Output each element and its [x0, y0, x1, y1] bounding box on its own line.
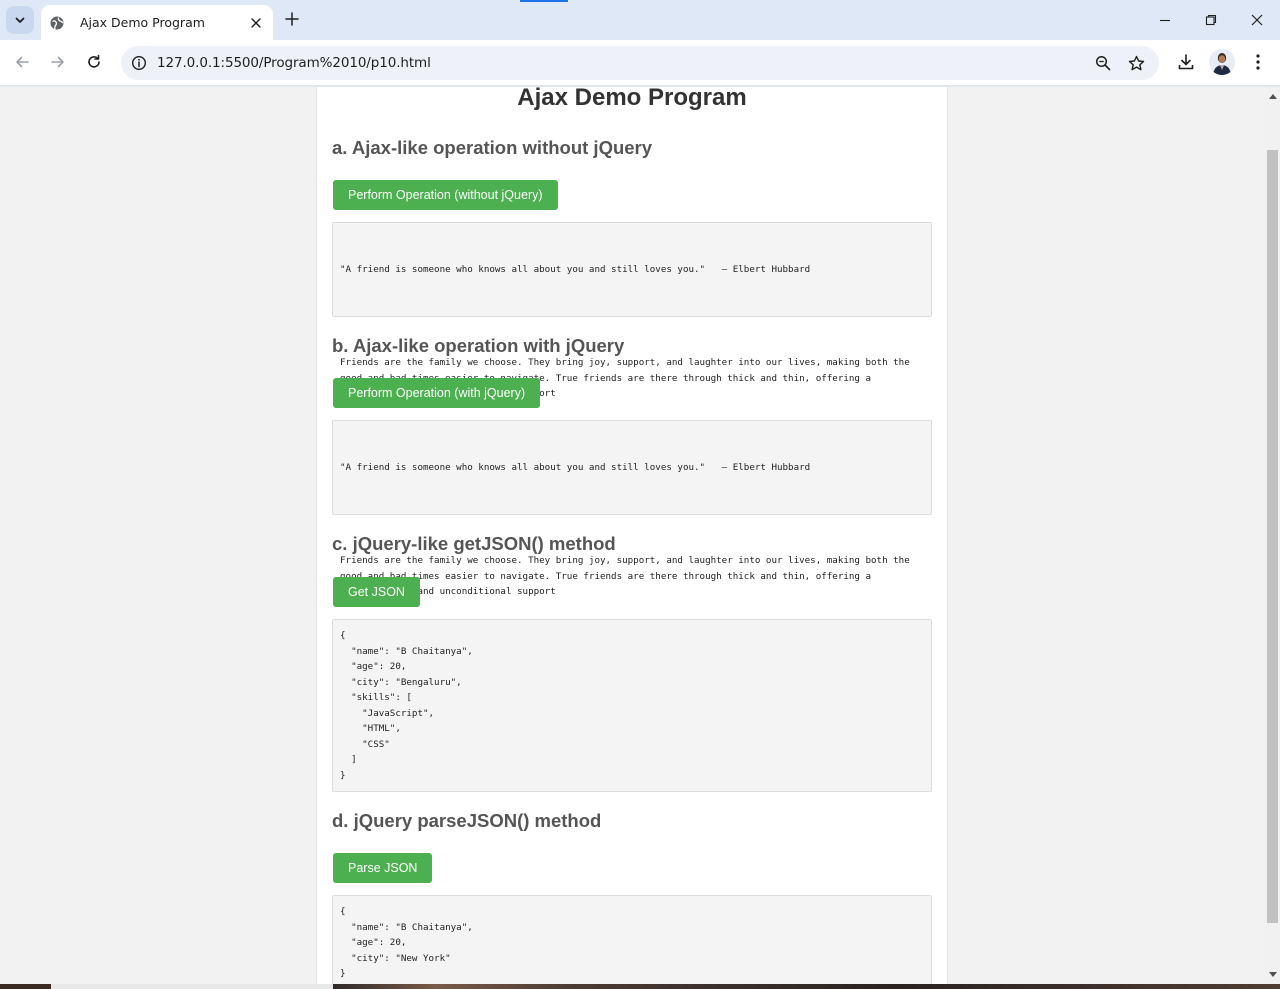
section-c-heading: c. jQuery-like getJSON() method: [332, 533, 616, 554]
parse-json-button[interactable]: Parse JSON: [333, 853, 433, 883]
restore-window-icon[interactable]: [1188, 6, 1234, 34]
section-b-output: "A friend is someone who knows all about…: [332, 420, 932, 597]
section-a-output: "A friend is someone who knows all about…: [332, 222, 932, 399]
profile-avatar-icon[interactable]: [1209, 49, 1235, 75]
tab-group-indicator: [520, 0, 568, 2]
new-tab-plus-icon[interactable]: [281, 8, 303, 30]
section-b-heading: b. Ajax-like operation with jQuery: [332, 335, 625, 356]
scroll-down-arrow-icon[interactable]: [1265, 968, 1280, 982]
reload-icon[interactable]: [79, 47, 109, 77]
address-bar[interactable]: 127.0.0.1:5500/Program%2010/p10.html: [121, 46, 1159, 80]
chevron-down-icon: [15, 17, 25, 23]
section-d-json-output: { "name": "B Chaitanya", "age": 20, "cit…: [332, 895, 932, 984]
tab-search-button[interactable]: [6, 6, 34, 34]
quote-text: "A friend is someone who knows all about…: [340, 264, 811, 275]
get-json-button[interactable]: Get JSON: [333, 577, 420, 607]
vertical-scrollbar[interactable]: [1265, 87, 1280, 984]
perform-without-jquery-button[interactable]: Perform Operation (without jQuery): [333, 180, 558, 210]
quote-text: "A friend is someone who knows all about…: [340, 462, 811, 473]
browser-toolbar: 127.0.0.1:5500/Program%2010/p10.html: [0, 40, 1280, 86]
perform-with-jquery-button[interactable]: Perform Operation (with jQuery): [333, 378, 541, 408]
zoom-icon[interactable]: [1093, 53, 1113, 73]
more-options-icon[interactable]: [1245, 49, 1271, 75]
scroll-up-arrow-icon[interactable]: [1265, 89, 1280, 103]
content-container: Ajax Demo Program a. Ajax-like operation…: [316, 87, 948, 984]
tab-title: Ajax Demo Program: [80, 15, 205, 30]
body-text: Friends are the family we choose. They b…: [340, 555, 916, 597]
section-a-heading: a. Ajax-like operation without jQuery: [332, 137, 653, 158]
minimize-window-icon[interactable]: [1142, 6, 1188, 34]
page-viewport: Ajax Demo Program a. Ajax-like operation…: [0, 87, 1265, 984]
section-d-heading: d. jQuery parseJSON() method: [332, 810, 602, 831]
section-c-json-output: { "name": "B Chaitanya", "age": 20, "cit…: [332, 619, 932, 792]
back-arrow-icon[interactable]: [7, 47, 37, 77]
forward-arrow-icon[interactable]: [43, 47, 73, 77]
taskbar-edge: [0, 984, 1280, 989]
page-title: Ajax Demo Program: [517, 87, 747, 111]
close-tab-icon[interactable]: [246, 13, 266, 33]
bookmark-star-icon[interactable]: [1126, 53, 1146, 73]
tab-strip: Ajax Demo Program: [0, 0, 1280, 40]
browser-tab-active[interactable]: Ajax Demo Program: [41, 5, 273, 40]
scrollbar-thumb[interactable]: [1267, 150, 1278, 923]
download-icon[interactable]: [1173, 49, 1199, 75]
site-info-icon[interactable]: [129, 53, 149, 73]
url-text[interactable]: 127.0.0.1:5500/Program%2010/p10.html: [157, 55, 431, 71]
globe-icon: [49, 15, 65, 31]
close-window-icon[interactable]: [1234, 6, 1280, 34]
